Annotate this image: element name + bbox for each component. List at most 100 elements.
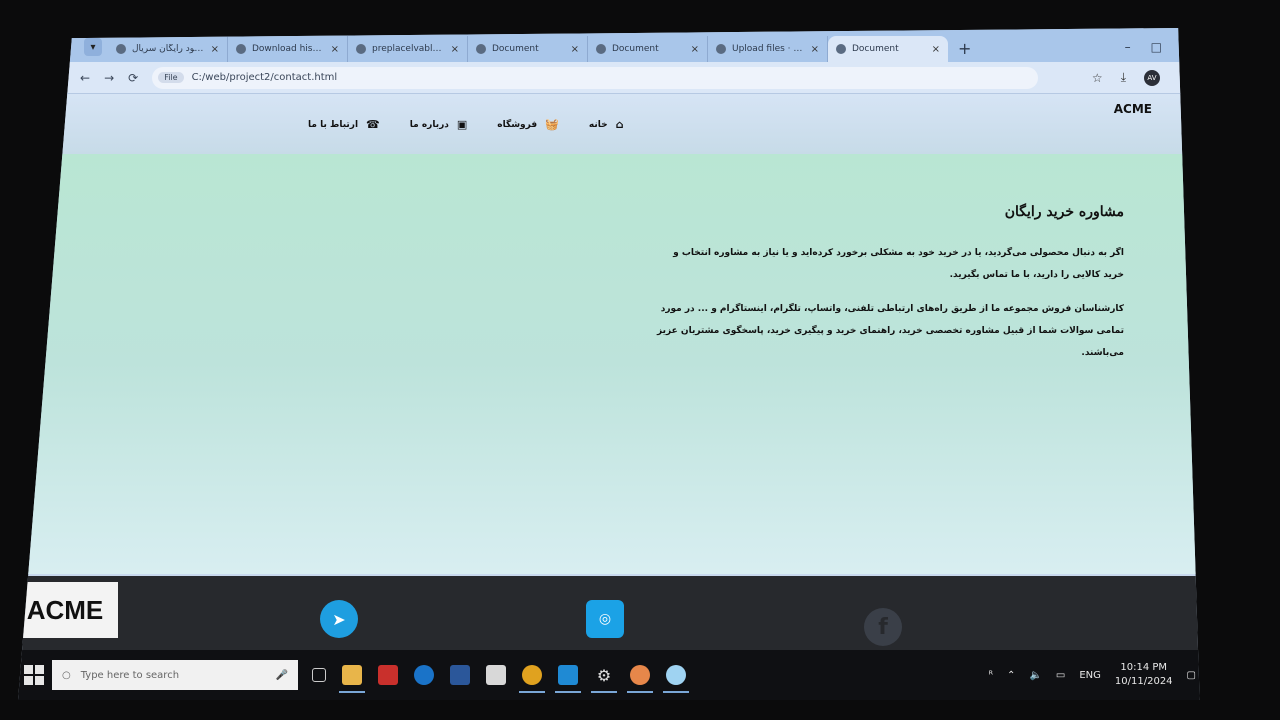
tab-search-button[interactable]: ▾ bbox=[84, 38, 102, 56]
vscode-icon[interactable] bbox=[555, 665, 581, 693]
main-content: مشاوره خرید رایگان اگر به دنبال محصولی م… bbox=[18, 154, 1200, 574]
search-icon: ○ bbox=[62, 669, 71, 681]
download-icon bbox=[236, 44, 246, 54]
site-info-chip[interactable]: File bbox=[158, 72, 184, 83]
site-logo[interactable]: ACME bbox=[1114, 102, 1152, 116]
tab-close-icon[interactable]: × bbox=[811, 44, 819, 55]
windows-start-icon[interactable] bbox=[24, 665, 44, 685]
file-icon bbox=[356, 44, 366, 54]
edge-icon[interactable] bbox=[414, 665, 434, 685]
browser-menu-icon[interactable]: ⋮ bbox=[1178, 71, 1190, 85]
github-icon bbox=[716, 44, 726, 54]
browser-toolbar: ← → ⟳ File C:/web/project2/contact.html … bbox=[18, 62, 1200, 94]
globe-icon bbox=[836, 44, 846, 54]
tab-title: Document bbox=[852, 44, 899, 54]
basket-icon: 🧺 bbox=[545, 118, 559, 131]
maximize-icon[interactable]: □ bbox=[1151, 40, 1162, 54]
nav-item-shop[interactable]: 🧺 فروشگاه bbox=[497, 118, 559, 131]
chevron-up-icon[interactable]: ⌃ bbox=[1007, 670, 1015, 681]
url-text[interactable]: C:/web/project2/contact.html bbox=[192, 72, 338, 83]
tab-close-icon[interactable]: × bbox=[932, 44, 940, 55]
app-bubble-icon[interactable] bbox=[663, 665, 689, 693]
site-nav: ⌂ خانه 🧺 فروشگاه ▣ درباره ما ☎ ارتباط با… bbox=[308, 118, 623, 131]
downloads-icon[interactable]: ⤓ bbox=[1121, 70, 1126, 85]
browser-tab[interactable]: Document × bbox=[468, 36, 588, 62]
chrome-icon[interactable] bbox=[519, 665, 545, 693]
footer-logo: ACME bbox=[18, 582, 118, 638]
consultation-section: مشاوره خرید رایگان اگر به دنبال محصولی م… bbox=[654, 204, 1124, 376]
profile-avatar[interactable]: AV bbox=[1144, 69, 1160, 86]
file-explorer-icon[interactable] bbox=[339, 665, 365, 693]
volume-icon[interactable]: 🔈 bbox=[1029, 670, 1041, 681]
language-indicator[interactable]: ENG bbox=[1079, 670, 1101, 681]
acrobat-icon[interactable] bbox=[378, 665, 398, 685]
microphone-icon[interactable]: 🎤 bbox=[276, 670, 288, 681]
browser-tab[interactable]: دانلود رایگان سریال ... × bbox=[108, 36, 228, 62]
battery-icon[interactable]: ▭ bbox=[1056, 670, 1065, 681]
globe-icon bbox=[596, 44, 606, 54]
telegram-icon[interactable]: ➤ bbox=[320, 600, 358, 638]
store-icon[interactable] bbox=[486, 665, 506, 685]
nav-item-home[interactable]: ⌂ خانه bbox=[589, 118, 624, 131]
nav-item-about[interactable]: ▣ درباره ما bbox=[410, 118, 468, 131]
people-icon[interactable]: ᴿ bbox=[989, 670, 993, 681]
nav-item-contact[interactable]: ☎ ارتباط با ما bbox=[308, 118, 380, 131]
tab-close-icon[interactable]: × bbox=[211, 44, 219, 55]
reload-icon[interactable]: ⟳ bbox=[128, 71, 138, 85]
clock-time: 10:14 PM bbox=[1120, 662, 1168, 673]
settings-gear-icon[interactable]: ⚙ bbox=[591, 665, 617, 693]
paragraph-intro: اگر به دنبال محصولی می‌گردید، یا در خرید… bbox=[673, 248, 1124, 280]
facebook-icon[interactable]: f bbox=[864, 608, 902, 646]
minimize-icon[interactable]: – bbox=[1125, 40, 1131, 54]
new-tab-button[interactable]: + bbox=[948, 39, 981, 62]
nav-label: خانه bbox=[588, 119, 608, 130]
browser-tab[interactable]: Document × bbox=[588, 36, 708, 62]
home-icon: ⌂ bbox=[615, 118, 624, 131]
phone-icon: ☎ bbox=[366, 118, 380, 131]
browser-tab-strip: ▾ دانلود رایگان سریال ... × Download his… bbox=[18, 28, 1200, 62]
back-icon[interactable]: ← bbox=[80, 71, 90, 85]
browser-tab[interactable]: preplacelvable.type × bbox=[348, 36, 468, 62]
tab-close-icon[interactable]: × bbox=[451, 44, 459, 55]
taskbar-apps: ⚙ bbox=[312, 665, 689, 693]
task-view-icon[interactable] bbox=[312, 668, 326, 682]
tab-title: Document bbox=[492, 44, 539, 54]
bookmark-star-icon[interactable]: ☆ bbox=[1092, 71, 1103, 85]
taskbar-clock[interactable]: 10:14 PM 10/11/2024 bbox=[1115, 661, 1173, 689]
paint-icon[interactable] bbox=[627, 665, 653, 693]
monitor-screen: ▾ دانلود رایگان سریال ... × Download his… bbox=[18, 28, 1200, 700]
windows-taskbar: ○ Type here to search 🎤 ⚙ ᴿ ⌃ 🔈 ▭ ENG 10… bbox=[18, 650, 1200, 700]
close-window-icon[interactable]: ✕ bbox=[1182, 40, 1192, 54]
system-tray: ᴿ ⌃ 🔈 ▭ ENG 10:14 PM 10/11/2024 ▢ bbox=[989, 661, 1200, 689]
instagram-icon[interactable]: ◎ bbox=[586, 600, 624, 638]
tab-close-icon[interactable]: × bbox=[571, 44, 579, 55]
site-header: ACME ⌂ خانه 🧺 فروشگاه ▣ درباره ما ☎ ارتب… bbox=[18, 94, 1200, 154]
globe-icon bbox=[476, 44, 486, 54]
notification-icon[interactable]: ▢ bbox=[1187, 670, 1196, 681]
browser-tab[interactable]: Upload files · admin × bbox=[708, 36, 828, 62]
site-footer: ACME ➤ ◎ f bbox=[18, 576, 1200, 650]
taskbar-search[interactable]: ○ Type here to search 🎤 bbox=[52, 660, 298, 690]
clock-date: 10/11/2024 bbox=[1114, 676, 1173, 687]
tab-title: دانلود رایگان سریال ... bbox=[132, 44, 205, 54]
nav-label: درباره ما bbox=[409, 119, 449, 130]
tab-favicon-icon bbox=[116, 44, 126, 54]
address-bar[interactable]: File C:/web/project2/contact.html bbox=[152, 66, 1039, 89]
window-controls: – □ ✕ bbox=[1125, 40, 1200, 62]
search-placeholder: Type here to search bbox=[80, 669, 180, 681]
paragraph-experts: کارشناسان فروش مجموعه ما از طریق راه‌های… bbox=[657, 304, 1124, 358]
forward-icon[interactable]: → bbox=[104, 71, 114, 85]
tab-close-icon[interactable]: × bbox=[331, 44, 339, 55]
tab-title: Upload files · admin bbox=[732, 44, 805, 54]
tab-close-icon[interactable]: × bbox=[691, 44, 699, 55]
id-card-icon: ▣ bbox=[456, 118, 468, 131]
browser-tab[interactable]: Download history × bbox=[228, 36, 348, 62]
nav-label: فروشگاه bbox=[497, 119, 538, 130]
toolbar-actions: ☆ ⤓ AV ⋮ bbox=[1092, 69, 1200, 86]
tab-title: Document bbox=[612, 44, 659, 54]
tab-title: Download history bbox=[252, 44, 325, 54]
browser-tab-active[interactable]: Document × bbox=[828, 36, 948, 62]
page-heading: مشاوره خرید رایگان bbox=[1004, 204, 1124, 220]
word-icon[interactable] bbox=[450, 665, 470, 685]
tab-title: preplacelvable.type bbox=[372, 44, 445, 54]
